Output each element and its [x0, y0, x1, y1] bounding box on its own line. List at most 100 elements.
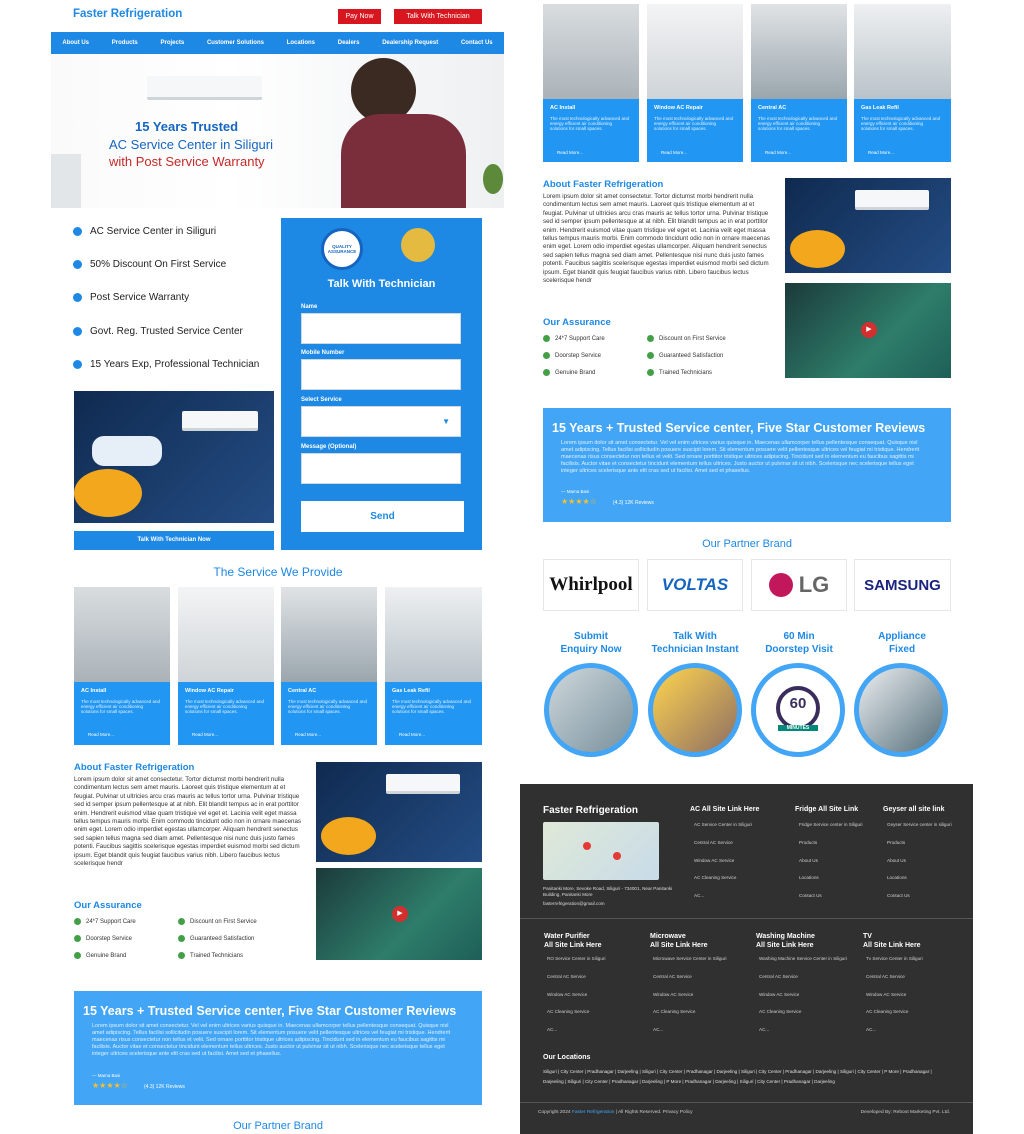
service-card[interactable]: Gas Leak Refil The most technologically … — [854, 4, 951, 162]
service-select[interactable]: ▼ — [301, 406, 461, 437]
read-more-link[interactable]: Read More... — [661, 150, 687, 155]
card-desc: The most technologically advanced and en… — [288, 699, 368, 714]
service-card[interactable]: Window AC Repair The most technologicall… — [178, 587, 274, 745]
footer-divider — [520, 918, 973, 919]
nav-products[interactable]: Products — [112, 40, 138, 46]
read-more-link[interactable]: Read More... — [88, 732, 114, 737]
step-label: Talk With Technician Instant — [651, 631, 739, 655]
footer-email[interactable]: fasterrefrigeration@gmail.com — [543, 901, 605, 906]
footer-address: Panitanki More, Sevoke Road, Siliguri - … — [543, 886, 673, 897]
partners-title: Our Partner Brand — [233, 1120, 323, 1132]
locations-title: Our Locations — [543, 1054, 591, 1061]
nav-dealers[interactable]: Dealers — [338, 40, 360, 46]
read-more-link[interactable]: Read More... — [192, 732, 218, 737]
bean-bag — [790, 230, 845, 268]
service-card[interactable]: Window AC Repair The most technologicall… — [647, 4, 743, 162]
stopwatch: 60 — [776, 686, 820, 730]
message-input[interactable] — [301, 453, 461, 484]
window-ac-image — [647, 4, 743, 99]
card-desc: The most technologically advanced and en… — [654, 116, 734, 131]
mobile-label: Mobile Number — [301, 350, 345, 356]
ac-unit-image — [182, 411, 258, 431]
service-card[interactable]: Gas Leak Refil The most technologically … — [385, 587, 482, 745]
about-video[interactable]: ▶ — [316, 868, 482, 960]
hero-person-body — [341, 114, 466, 208]
partners-title: Our Partner Brand — [702, 538, 792, 550]
review-author: — Mama Basi — [561, 489, 590, 494]
brand-samsung-logo: SAMSUNG — [854, 559, 951, 611]
footer-logo[interactable]: Faster Refrigeration — [543, 805, 638, 816]
relaxing-person-image — [74, 391, 274, 523]
card-title: Gas Leak Refil — [392, 688, 430, 694]
footer-col-title: Fridge All Site Link — [795, 806, 859, 813]
feature-item: Post Service Warranty — [73, 292, 189, 303]
service-card[interactable]: Central AC The most technologically adva… — [281, 587, 377, 745]
mobile-input[interactable] — [301, 359, 461, 390]
form-title: Talk With Technician — [327, 278, 436, 290]
ac-install-image — [74, 587, 170, 682]
card-desc: The most technologically advanced and en… — [185, 699, 265, 714]
talk-with-technician-button[interactable]: Talk With Technician — [394, 9, 482, 24]
user-icon — [73, 360, 82, 369]
assurance-item: Discount on First Service — [178, 918, 257, 925]
developer-credit[interactable]: Developed By: Reboot Marketing Pvt. Ltd. — [861, 1110, 950, 1115]
card-title: AC Install — [81, 688, 107, 694]
check-icon — [74, 935, 81, 942]
name-label: Name — [301, 304, 318, 310]
talk-technician-now-button[interactable]: Talk With Technician Now — [74, 531, 274, 550]
card-title: Window AC Repair — [654, 105, 703, 111]
site-logo[interactable]: Faster Refrigeration — [73, 8, 182, 20]
service-card[interactable]: AC Install The most technologically adva… — [543, 4, 639, 162]
appliance-image — [854, 663, 948, 757]
nav-dealership-request[interactable]: Dealership Request — [382, 40, 438, 46]
gear-icon — [73, 327, 82, 336]
read-more-link[interactable]: Read More... — [399, 732, 425, 737]
service-card[interactable]: Central AC The most technologically adva… — [751, 4, 847, 162]
bean-bag — [74, 469, 142, 517]
send-button[interactable]: Send — [301, 501, 464, 532]
assurance-item: Doorstep Service — [543, 352, 601, 359]
hero-title-line3: with Post Service Warranty — [109, 154, 265, 169]
name-input[interactable] — [301, 313, 461, 344]
hero-title-line2: AC Service Center in Siliguri — [109, 137, 274, 152]
card-title: Central AC — [288, 688, 317, 694]
read-more-link[interactable]: Read More... — [765, 150, 791, 155]
check-icon — [543, 369, 550, 376]
play-icon[interactable]: ▶ — [392, 906, 408, 922]
footer-col-title: Washing Machine All Site Link Here — [756, 933, 815, 949]
about-text: Lorem ipsum dolor sit amet consectetur. … — [74, 776, 301, 868]
nav-customer-solutions[interactable]: Customer Solutions — [207, 40, 264, 46]
service-card[interactable]: AC Install The most technologically adva… — [74, 587, 170, 745]
read-more-link[interactable]: Read More... — [868, 150, 894, 155]
locations-list[interactable]: Siliguri | City Center | Pradhanagar | D… — [543, 1067, 953, 1087]
check-icon — [647, 335, 654, 342]
footer-links: Fridge Service center in Siliguri Product… — [799, 822, 863, 899]
review-author: — Mama Basi — [92, 1073, 121, 1078]
assurance-title: Our Assurance — [74, 900, 142, 911]
pay-now-button[interactable]: Pay Now — [338, 9, 381, 24]
brand-lg-logo: LG — [751, 559, 847, 611]
nav-about-us[interactable]: About Us — [62, 40, 89, 46]
reviews-text: Lorem ipsum dolor sit amet consectetur. … — [92, 1023, 451, 1057]
card-desc: The most technologically advanced and en… — [861, 116, 941, 131]
play-icon[interactable]: ▶ — [861, 322, 877, 338]
rating-text: (4.3) 12K Reviews — [144, 1084, 185, 1090]
message-label: Message (Optional) — [301, 444, 357, 450]
nav-contact-us[interactable]: Contact Us — [461, 40, 493, 46]
hero-plant — [483, 164, 503, 194]
about-video[interactable]: ▶ — [785, 283, 951, 378]
footer-links: AC Service Center in Siliguri Central AC … — [694, 822, 752, 899]
read-more-link[interactable]: Read More... — [557, 150, 583, 155]
nav-projects[interactable]: Projects — [161, 40, 185, 46]
nav-locations[interactable]: Locations — [287, 40, 315, 46]
reviews-section: 15 Years + Trusted Service center, Five … — [74, 991, 482, 1105]
hero-title-line1: 15 Years Trusted — [135, 119, 239, 134]
star-rating-icon: ★★★★☆ — [92, 1081, 128, 1090]
rating-text: (4.3) 12K Reviews — [613, 500, 654, 506]
footer-links: Microwave Service Center in Siliguri Cent… — [653, 956, 727, 1033]
about-text: Lorem ipsum dolor sit amet consectetur. … — [543, 193, 770, 285]
ac-install-image — [543, 4, 639, 99]
map-image[interactable] — [543, 822, 659, 880]
check-icon — [178, 952, 185, 959]
read-more-link[interactable]: Read More... — [295, 732, 321, 737]
